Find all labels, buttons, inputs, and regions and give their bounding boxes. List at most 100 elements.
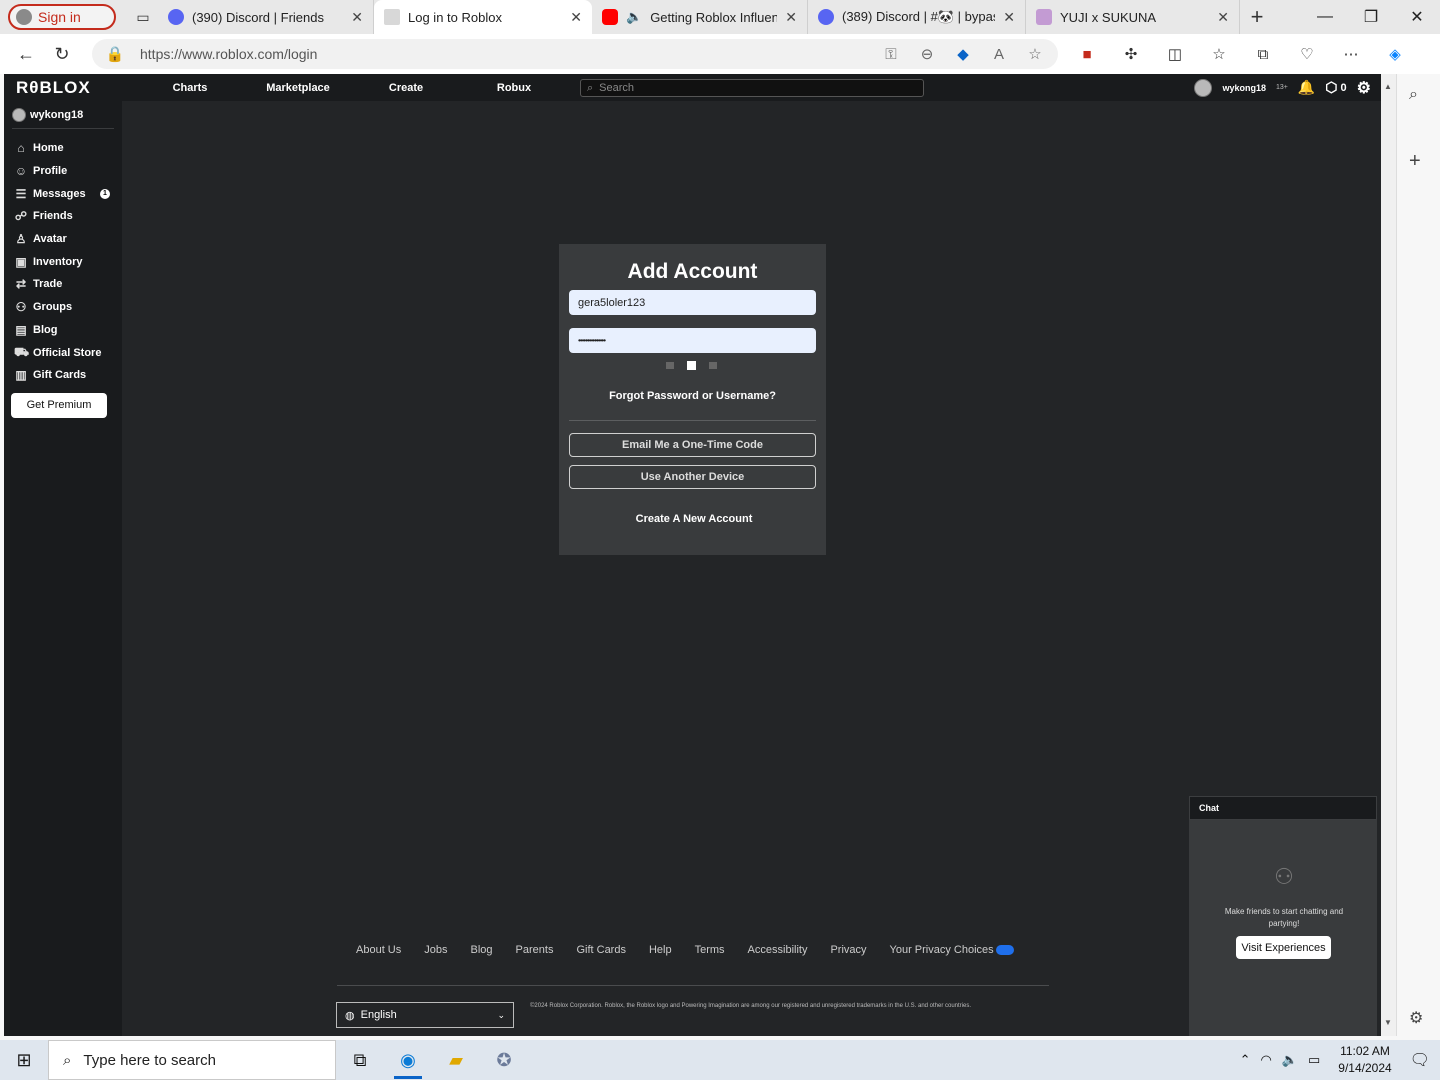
use-another-device-button[interactable]: Use Another Device bbox=[569, 465, 816, 489]
header-avatar[interactable] bbox=[1194, 78, 1213, 97]
tab-close-icon[interactable]: ✕ bbox=[785, 9, 797, 26]
refresh-icon[interactable]: ↻ bbox=[44, 38, 80, 70]
settings-gear-icon[interactable]: ⚙ bbox=[1357, 78, 1371, 98]
roblox-search-input[interactable]: ⌕ Search bbox=[580, 79, 924, 97]
sidebar-item-avatar[interactable]: ♙ Avatar bbox=[4, 228, 122, 251]
taskbar-search-input[interactable]: ⌕ Type here to search bbox=[48, 1040, 336, 1080]
search-icon: ⌕ bbox=[587, 81, 594, 94]
page-scrollbar[interactable]: ▲ ▼ bbox=[1381, 74, 1396, 1036]
footer-link-help[interactable]: Help bbox=[649, 944, 672, 956]
settings-gear-icon[interactable]: ⚙ bbox=[1409, 1008, 1423, 1028]
file-explorer-icon[interactable]: ▰ bbox=[432, 1040, 480, 1080]
lock-icon[interactable]: 🔒 bbox=[104, 45, 126, 63]
language-select[interactable]: ◍ English ⌄ bbox=[336, 1002, 514, 1028]
extension-red-icon[interactable]: ■ bbox=[1074, 41, 1100, 67]
nav-create[interactable]: Create bbox=[352, 82, 460, 94]
notifications-icon[interactable]: 🗨 bbox=[1410, 1050, 1430, 1070]
username-field[interactable]: gera5loler123 bbox=[569, 290, 816, 315]
robux-balance[interactable]: ⬡ 0 bbox=[1325, 79, 1346, 96]
nav-charts[interactable]: Charts bbox=[136, 82, 244, 94]
footer-link-blog[interactable]: Blog bbox=[471, 944, 493, 956]
header-username[interactable]: wykong18 bbox=[1222, 83, 1266, 93]
more-menu-icon[interactable]: ⋯ bbox=[1338, 41, 1364, 67]
task-view-icon[interactable]: ⧉ bbox=[336, 1040, 384, 1080]
browser-tab-youtube[interactable]: 🔈 Getting Roblox Influence ✕ bbox=[592, 0, 808, 34]
browser-tab-yuji-sukuna[interactable]: YUJI x SUKUNA ✕ bbox=[1026, 0, 1240, 34]
sidebar-item-official-store[interactable]: ⛟ Official Store bbox=[4, 341, 122, 364]
key-icon[interactable]: ⚿ bbox=[880, 46, 902, 63]
footer-link-jobs[interactable]: Jobs bbox=[424, 944, 447, 956]
add-icon[interactable]: + bbox=[1409, 150, 1421, 173]
scroll-up-icon[interactable]: ▲ bbox=[1384, 82, 1392, 91]
browser-essentials-icon[interactable]: ♡ bbox=[1294, 41, 1320, 67]
zoom-out-icon[interactable]: ⊖ bbox=[916, 45, 938, 63]
app-star-icon[interactable]: ✪ bbox=[480, 1040, 528, 1080]
nav-marketplace[interactable]: Marketplace bbox=[244, 82, 352, 94]
url-text[interactable]: https://www.roblox.com/login bbox=[140, 46, 866, 62]
tab-actions-icon[interactable]: ▭ bbox=[128, 2, 158, 32]
nav-robux[interactable]: Robux bbox=[460, 82, 568, 94]
extensions-puzzle-icon[interactable]: ✣ bbox=[1118, 41, 1144, 67]
sidebar-item-groups[interactable]: ⚇ Groups bbox=[4, 296, 122, 319]
sidebar-item-friends[interactable]: ☍ Friends bbox=[4, 205, 122, 228]
footer-link-gift-cards[interactable]: Gift Cards bbox=[576, 944, 626, 956]
sidebar-item-blog[interactable]: ▤ Blog bbox=[4, 319, 122, 342]
footer-link-privacy[interactable]: Privacy bbox=[830, 944, 866, 956]
browser-tab-discord-bypass[interactable]: (389) Discord | #🐼 | bypass- ✕ bbox=[808, 0, 1026, 34]
favorites-icon[interactable]: ☆ bbox=[1206, 41, 1232, 67]
footer-link-accessibility[interactable]: Accessibility bbox=[748, 944, 808, 956]
search-icon[interactable]: ⌕ bbox=[1409, 86, 1418, 104]
windows-start-icon[interactable]: ⊞ bbox=[0, 1040, 48, 1080]
roblox-logo[interactable]: RθBLOX bbox=[16, 78, 136, 98]
footer-link-about-us[interactable]: About Us bbox=[356, 944, 401, 956]
volume-icon[interactable]: 🔈 bbox=[1282, 1052, 1298, 1068]
minimize-icon[interactable]: — bbox=[1302, 0, 1348, 34]
footer-links: About Us Jobs Blog Parents Gift Cards He… bbox=[356, 944, 1014, 956]
notifications-bell-icon[interactable]: 🔔 bbox=[1298, 79, 1315, 96]
browser-tab-roblox-login[interactable]: Log in to Roblox ✕ bbox=[374, 0, 592, 34]
sidebar-item-messages[interactable]: ☰ Messages 1 bbox=[4, 182, 122, 205]
battery-icon[interactable]: ▭ bbox=[1308, 1052, 1320, 1068]
scroll-down-icon[interactable]: ▼ bbox=[1384, 1018, 1392, 1027]
create-new-account-link[interactable]: Create A New Account bbox=[559, 513, 829, 525]
browser-tab-discord-friends[interactable]: (390) Discord | Friends ✕ bbox=[158, 0, 374, 34]
tab-close-icon[interactable]: ✕ bbox=[1217, 9, 1229, 26]
favorite-star-icon[interactable]: ☆ bbox=[1024, 45, 1046, 63]
visit-experiences-button[interactable]: Visit Experiences bbox=[1236, 936, 1331, 959]
sidebar-item-home[interactable]: ⌂ Home bbox=[4, 137, 122, 160]
edge-browser-icon[interactable]: ◉ bbox=[384, 1040, 432, 1080]
get-premium-button[interactable]: Get Premium bbox=[11, 392, 107, 418]
url-field[interactable]: 🔒 https://www.roblox.com/login ⚿ ⊖ ◆ A ☆ bbox=[92, 39, 1058, 69]
sidebar-item-trade[interactable]: ⇄ Trade bbox=[4, 273, 122, 296]
new-tab-button[interactable]: + bbox=[1240, 2, 1274, 32]
email-one-time-code-button[interactable]: Email Me a One-Time Code bbox=[569, 433, 816, 457]
tab-close-icon[interactable]: ✕ bbox=[570, 9, 582, 26]
show-hidden-icons-icon[interactable]: ⌃ bbox=[1240, 1052, 1251, 1068]
footer-link-privacy-choices[interactable]: Your Privacy Choices bbox=[890, 944, 1014, 956]
browser-profile-button[interactable]: Sign in bbox=[8, 4, 116, 30]
sidebar-item-profile[interactable]: ☺ Profile bbox=[4, 160, 122, 183]
chat-header[interactable]: Chat bbox=[1189, 796, 1377, 820]
footer-link-parents[interactable]: Parents bbox=[516, 944, 554, 956]
forgot-password-link[interactable]: Forgot Password or Username? bbox=[559, 390, 826, 402]
sidebar-item-gift-cards[interactable]: ▥ Gift Cards bbox=[4, 364, 122, 387]
network-icon[interactable]: ◠ bbox=[1260, 1052, 1271, 1068]
read-aloud-icon[interactable]: A bbox=[988, 46, 1010, 63]
back-icon[interactable]: ← bbox=[8, 38, 44, 70]
shopping-tag-icon[interactable]: ◆ bbox=[952, 45, 974, 63]
sidebar-user[interactable]: wykong18 bbox=[12, 101, 114, 129]
copilot-icon[interactable]: ◈ bbox=[1382, 41, 1408, 67]
taskbar-clock[interactable]: 11:02 AM 9/14/2024 bbox=[1338, 1043, 1391, 1077]
password-field[interactable]: ••••••••••••••• bbox=[569, 328, 816, 353]
collections-icon[interactable]: ⧉ bbox=[1250, 41, 1276, 67]
split-screen-icon[interactable]: ◫ bbox=[1162, 41, 1188, 67]
tab-close-icon[interactable]: ✕ bbox=[351, 9, 363, 26]
close-window-icon[interactable]: ✕ bbox=[1394, 0, 1440, 34]
tab-close-icon[interactable]: ✕ bbox=[1003, 9, 1015, 26]
language-value: English bbox=[360, 1009, 397, 1021]
restore-icon[interactable]: ❐ bbox=[1348, 0, 1394, 34]
footer-link-terms[interactable]: Terms bbox=[695, 944, 725, 956]
sidebar-item-inventory[interactable]: ▣ Inventory bbox=[4, 250, 122, 273]
messages-badge: 1 bbox=[100, 188, 110, 199]
speaker-icon[interactable]: 🔈 bbox=[626, 9, 642, 25]
